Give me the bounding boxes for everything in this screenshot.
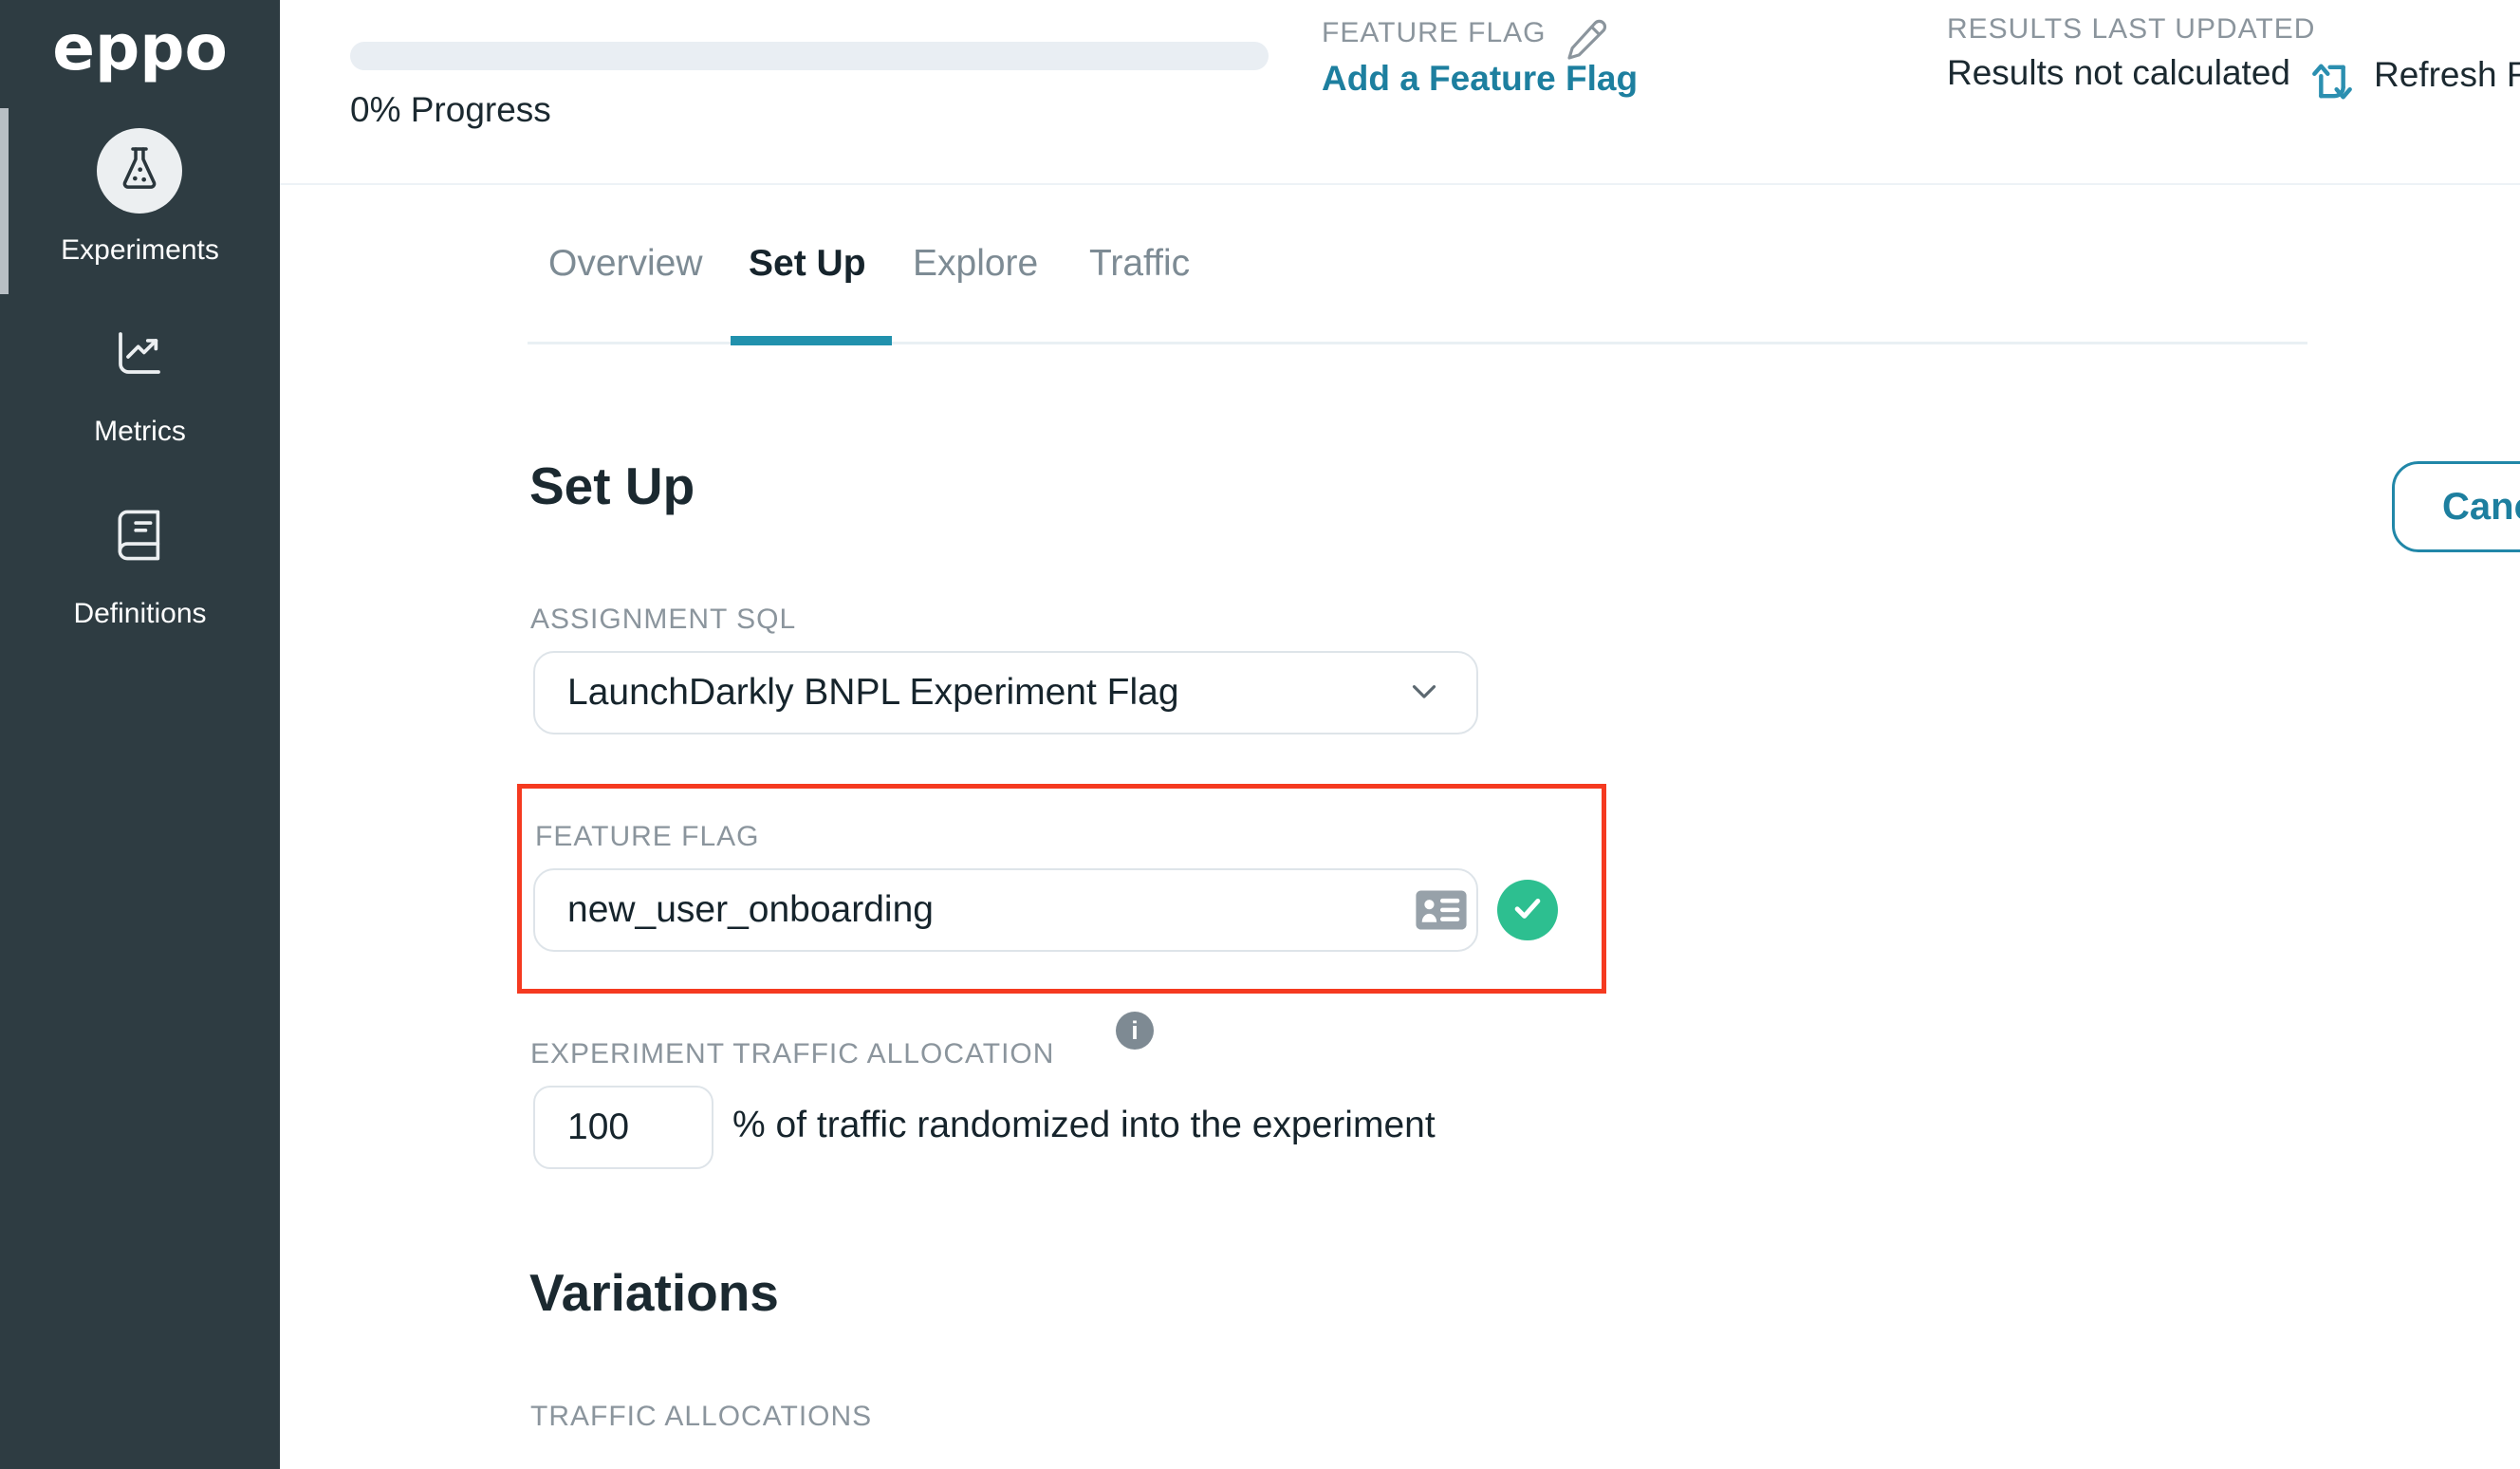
progress-label: 0% Progress	[350, 90, 551, 130]
feature-flag-highlight-box: FEATURE FLAG	[517, 784, 1606, 994]
sidebar-item-metrics-label[interactable]: Metrics	[0, 416, 280, 448]
results-status-text: Results not calculated	[1947, 53, 2290, 93]
chevron-down-icon	[1404, 671, 1444, 716]
assignment-sql-value: LaunchDarkly BNPL Experiment Flag	[567, 672, 1179, 714]
assignment-sql-select[interactable]: LaunchDarkly BNPL Experiment Flag	[533, 651, 1478, 734]
traffic-allocation-input[interactable]	[533, 1086, 713, 1169]
line-chart-icon	[109, 323, 170, 388]
traffic-allocation-label: EXPERIMENT TRAFFIC ALLOCATION	[530, 1038, 1054, 1070]
active-tab-underline	[731, 336, 892, 345]
flask-icon	[113, 142, 166, 200]
experiment-progress-bar	[350, 42, 1269, 70]
refresh-cycle-icon[interactable]	[2306, 55, 2359, 108]
assignment-sql-label: ASSIGNMENT SQL	[530, 604, 796, 636]
sidebar-item-definitions[interactable]	[109, 507, 170, 567]
check-icon	[1509, 889, 1547, 932]
eppo-logo[interactable]: eppo	[0, 11, 280, 84]
cancel-button[interactable]: Cancel	[2392, 461, 2520, 552]
id-card-icon[interactable]	[1414, 885, 1469, 935]
tab-explore[interactable]: Explore	[913, 243, 1038, 285]
info-icon[interactable]: i	[1116, 1012, 1154, 1050]
tab-traffic[interactable]: Traffic	[1089, 243, 1190, 285]
results-last-updated-label: RESULTS LAST UPDATED	[1947, 13, 2315, 46]
sidebar-item-experiments[interactable]	[97, 128, 182, 214]
book-icon	[110, 506, 169, 569]
validation-success-badge	[1497, 880, 1558, 940]
sidebar-item-definitions-label[interactable]: Definitions	[0, 598, 280, 630]
add-feature-flag-link[interactable]: Add a Feature Flag	[1322, 59, 1638, 99]
variations-section-title: Variations	[529, 1262, 779, 1323]
feature-flag-field-label: FEATURE FLAG	[535, 821, 759, 853]
traffic-allocation-description: % of traffic randomized into the experim…	[732, 1105, 1436, 1146]
sidebar-item-metrics[interactable]	[109, 325, 170, 385]
app-root: eppo Experiments Metrics	[0, 0, 2520, 1469]
sidebar-item-experiments-label[interactable]: Experiments	[0, 234, 280, 267]
tab-set-up[interactable]: Set Up	[749, 243, 866, 285]
feature-flag-header-label: FEATURE FLAG	[1322, 17, 1546, 49]
header-divider	[280, 183, 2520, 185]
setup-section-title: Set Up	[529, 456, 695, 516]
traffic-allocations-label: TRAFFIC ALLOCATIONS	[530, 1401, 872, 1433]
tab-overview[interactable]: Overview	[548, 243, 703, 285]
sidebar: eppo Experiments Metrics	[0, 0, 280, 1469]
refresh-results-button[interactable]: Refresh Results	[2374, 55, 2520, 95]
feature-flag-input[interactable]	[533, 868, 1478, 952]
